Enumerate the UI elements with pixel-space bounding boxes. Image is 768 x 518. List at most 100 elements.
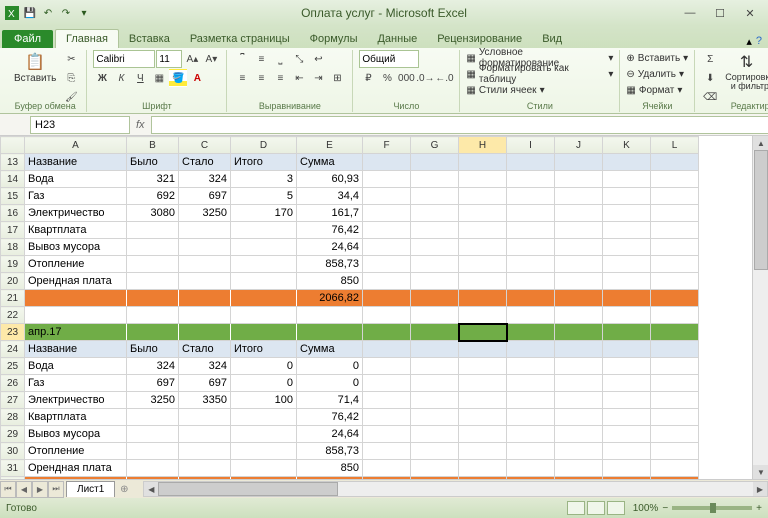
worksheet-grid[interactable]: ABCDEFGHIJKL13НазваниеБылоСталоИтогоСумм…: [0, 136, 768, 479]
cell-K26[interactable]: [603, 375, 651, 392]
cell-H23[interactable]: [459, 324, 507, 341]
cell-G27[interactable]: [411, 392, 459, 409]
row-header-15[interactable]: 15: [1, 188, 25, 205]
cell-B24[interactable]: Было: [127, 341, 179, 358]
increase-indent-icon[interactable]: ⇥: [309, 69, 327, 87]
cell-I28[interactable]: [507, 409, 555, 426]
cell-C25[interactable]: 324: [179, 358, 231, 375]
cell-J23[interactable]: [555, 324, 603, 341]
cell-J20[interactable]: [555, 273, 603, 290]
cell-J27[interactable]: [555, 392, 603, 409]
cell-G22[interactable]: [411, 307, 459, 324]
cell-I24[interactable]: [507, 341, 555, 358]
cell-H26[interactable]: [459, 375, 507, 392]
italic-button[interactable]: К: [112, 69, 130, 87]
cell-J24[interactable]: [555, 341, 603, 358]
cell-B22[interactable]: [127, 307, 179, 324]
cell-C14[interactable]: 324: [179, 171, 231, 188]
cell-F16[interactable]: [363, 205, 411, 222]
cell-E28[interactable]: 76,42: [297, 409, 363, 426]
file-tab[interactable]: Файл: [2, 30, 53, 48]
cell-F14[interactable]: [363, 171, 411, 188]
row-header-28[interactable]: 28: [1, 409, 25, 426]
col-header-F[interactable]: F: [363, 137, 411, 154]
cell-E22[interactable]: [297, 307, 363, 324]
cell-F23[interactable]: [363, 324, 411, 341]
cell-G29[interactable]: [411, 426, 459, 443]
cell-L13[interactable]: [651, 154, 699, 171]
cell-D27[interactable]: 100: [231, 392, 297, 409]
ribbon-tab-2[interactable]: Разметка страницы: [180, 30, 300, 48]
cell-B25[interactable]: 324: [127, 358, 179, 375]
col-header-A[interactable]: A: [25, 137, 127, 154]
cell-K16[interactable]: [603, 205, 651, 222]
cell-A32[interactable]: [25, 477, 127, 480]
cell-D22[interactable]: [231, 307, 297, 324]
zoom-in-icon[interactable]: +: [756, 503, 762, 514]
col-header-J[interactable]: J: [555, 137, 603, 154]
cell-styles-button[interactable]: ▦Стили ячеек ▾: [466, 82, 613, 98]
sheet-nav-last-icon[interactable]: ⏭: [48, 481, 64, 498]
cell-H21[interactable]: [459, 290, 507, 307]
cell-L21[interactable]: [651, 290, 699, 307]
cell-D32[interactable]: [231, 477, 297, 480]
orientation-icon[interactable]: ⤡: [290, 50, 308, 68]
select-all[interactable]: [1, 137, 25, 154]
row-header-31[interactable]: 31: [1, 460, 25, 477]
cell-C26[interactable]: 697: [179, 375, 231, 392]
cell-H20[interactable]: [459, 273, 507, 290]
cell-C32[interactable]: [179, 477, 231, 480]
row-header-29[interactable]: 29: [1, 426, 25, 443]
cell-A16[interactable]: Электричество: [25, 205, 127, 222]
cell-L32[interactable]: [651, 477, 699, 480]
align-right-icon[interactable]: ≡: [271, 69, 289, 87]
cell-A17[interactable]: Квартплата: [25, 222, 127, 239]
cell-A31[interactable]: Орендная плата: [25, 460, 127, 477]
ribbon-tab-1[interactable]: Вставка: [119, 30, 180, 48]
font-size-select[interactable]: [156, 50, 182, 68]
currency-icon[interactable]: ₽: [359, 69, 377, 87]
row-header-21[interactable]: 21: [1, 290, 25, 307]
number-format-select[interactable]: [359, 50, 419, 68]
scroll-thumb[interactable]: [754, 150, 768, 270]
scroll-left-icon[interactable]: ◀: [144, 482, 158, 496]
cell-E31[interactable]: 850: [297, 460, 363, 477]
cell-H15[interactable]: [459, 188, 507, 205]
cell-E17[interactable]: 76,42: [297, 222, 363, 239]
cell-G16[interactable]: [411, 205, 459, 222]
cell-J21[interactable]: [555, 290, 603, 307]
cell-A21[interactable]: [25, 290, 127, 307]
undo-icon[interactable]: ↶: [40, 5, 56, 21]
align-middle-icon[interactable]: ≡: [252, 50, 270, 68]
cell-C21[interactable]: [179, 290, 231, 307]
cell-G25[interactable]: [411, 358, 459, 375]
cell-L31[interactable]: [651, 460, 699, 477]
cell-E26[interactable]: 0: [297, 375, 363, 392]
cell-A22[interactable]: [25, 307, 127, 324]
cell-B26[interactable]: 697: [127, 375, 179, 392]
cell-I22[interactable]: [507, 307, 555, 324]
cell-L16[interactable]: [651, 205, 699, 222]
ribbon-minimize-icon[interactable]: ▴: [746, 35, 752, 48]
cell-G13[interactable]: [411, 154, 459, 171]
cell-J31[interactable]: [555, 460, 603, 477]
cell-L27[interactable]: [651, 392, 699, 409]
cell-F13[interactable]: [363, 154, 411, 171]
cell-G15[interactable]: [411, 188, 459, 205]
cell-B17[interactable]: [127, 222, 179, 239]
cell-J16[interactable]: [555, 205, 603, 222]
cell-H19[interactable]: [459, 256, 507, 273]
qat-dropdown-icon[interactable]: ▾: [76, 5, 92, 21]
decrease-indent-icon[interactable]: ⇤: [290, 69, 308, 87]
ribbon-tab-4[interactable]: Данные: [367, 30, 427, 48]
cell-H32[interactable]: [459, 477, 507, 480]
cell-J18[interactable]: [555, 239, 603, 256]
cell-D17[interactable]: [231, 222, 297, 239]
cell-E16[interactable]: 161,7: [297, 205, 363, 222]
row-header-19[interactable]: 19: [1, 256, 25, 273]
cell-C23[interactable]: [179, 324, 231, 341]
col-header-D[interactable]: D: [231, 137, 297, 154]
row-header-13[interactable]: 13: [1, 154, 25, 171]
cell-B21[interactable]: [127, 290, 179, 307]
cell-H29[interactable]: [459, 426, 507, 443]
